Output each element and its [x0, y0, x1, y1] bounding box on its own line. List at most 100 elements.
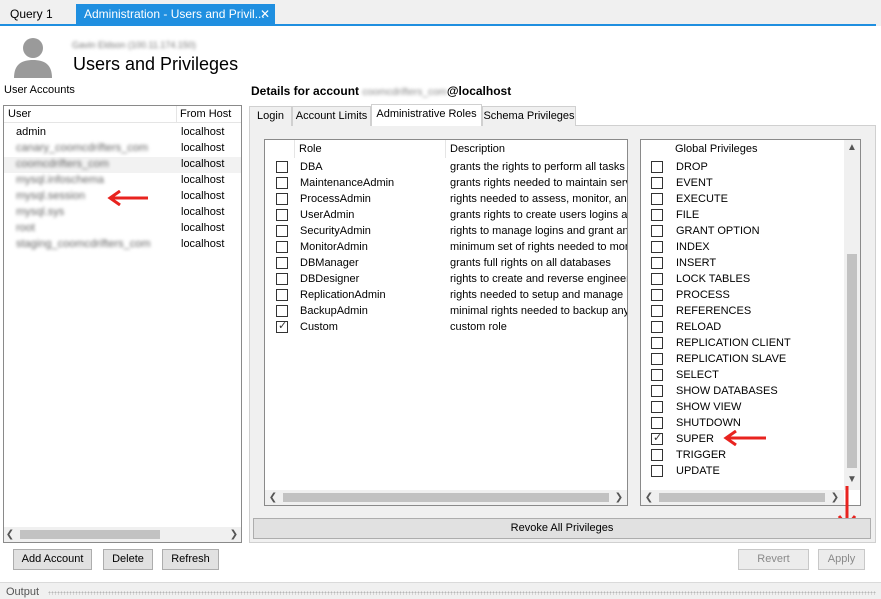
tab-login[interactable]: Login	[249, 106, 292, 126]
privilege-checkbox[interactable]	[651, 161, 663, 173]
role-checkbox[interactable]	[276, 289, 288, 301]
role-checkbox[interactable]	[276, 161, 288, 173]
role-checkbox[interactable]	[276, 241, 288, 253]
role-name: DBManager	[300, 257, 359, 269]
user-account-row[interactable]: mysql.infoschema localhost	[4, 173, 241, 189]
privilege-name: SHOW VIEW	[676, 401, 742, 413]
privilege-row: SELECT	[641, 368, 841, 384]
revoke-all-privileges-button[interactable]: Revoke All Privileges	[253, 518, 871, 539]
global-privileges-list[interactable]: Global Privileges DROP EVENT EXECUTE FILE GR…	[640, 139, 861, 506]
privilege-row: RELOAD	[641, 320, 841, 336]
scroll-left-icon[interactable]: ❮	[267, 490, 279, 505]
role-row: ProcessAdmin rights needed to assess, mon…	[265, 192, 627, 208]
splitter-grip[interactable]	[48, 591, 876, 595]
privilege-name: INSERT	[676, 257, 717, 269]
privilege-checkbox[interactable]	[651, 305, 663, 317]
privilege-checkbox[interactable]	[651, 337, 663, 349]
privilege-name: GRANT OPTION	[676, 225, 760, 237]
role-description: custom role	[450, 321, 507, 333]
privilege-row: LOCK TABLES	[641, 272, 841, 288]
add-account-button[interactable]: Add Account	[13, 549, 92, 570]
privilege-row: DROP	[641, 160, 841, 176]
privilege-checkbox[interactable]	[651, 401, 663, 413]
privilege-checkbox[interactable]	[651, 273, 663, 285]
details-prefix: Details for account	[251, 84, 360, 98]
privilege-checkbox[interactable]	[651, 385, 663, 397]
privileges-vscrollbar[interactable]: ▲ ▼	[844, 140, 860, 490]
privilege-checkbox[interactable]	[651, 257, 663, 269]
scroll-right-icon[interactable]: ❯	[228, 527, 240, 542]
role-checkbox[interactable]	[276, 209, 288, 221]
privilege-checkbox[interactable]	[651, 465, 663, 477]
roles-hscrollbar[interactable]: ❮ ❯	[265, 490, 627, 505]
scroll-left-icon[interactable]: ❮	[643, 490, 655, 505]
privilege-checkbox[interactable]: ✓	[651, 432, 663, 445]
privilege-row: UPDATE	[641, 464, 841, 480]
tab-account-limits[interactable]: Account Limits	[292, 106, 371, 126]
privilege-checkbox[interactable]	[651, 209, 663, 221]
column-header-user[interactable]: User	[8, 108, 31, 120]
refresh-button[interactable]: Refresh	[162, 549, 219, 570]
roles-list[interactable]: Role Description DBA grants the rights to…	[264, 139, 628, 506]
privilege-checkbox[interactable]	[651, 177, 663, 189]
privilege-checkbox[interactable]	[651, 417, 663, 429]
column-header-description[interactable]: Description	[450, 143, 505, 155]
user-account-row[interactable]: staging_coomcdrifters_com localhost	[4, 237, 241, 253]
user-account-row[interactable]: canary_coomcdrifters_com localhost	[4, 141, 241, 157]
roles-header: Role Description	[265, 140, 627, 158]
role-checkbox[interactable]	[276, 257, 288, 269]
apply-button[interactable]: Apply	[818, 549, 865, 570]
scroll-right-icon[interactable]: ❯	[613, 490, 625, 505]
role-checkbox[interactable]	[276, 273, 288, 285]
user-accounts-hscrollbar[interactable]: ❮ ❯	[4, 527, 241, 542]
user-account-row[interactable]: root localhost	[4, 221, 241, 237]
delete-button[interactable]: Delete	[103, 549, 153, 570]
document-tab-bar: Query 1 Administration - Users and Privi…	[0, 0, 881, 26]
tab-schema-privileges[interactable]: Schema Privileges	[482, 106, 576, 126]
tab-administrative-roles[interactable]: Administrative Roles	[371, 104, 482, 126]
privilege-checkbox[interactable]	[651, 193, 663, 205]
user-host: localhost	[181, 190, 225, 202]
column-header-from-host[interactable]: From Host	[180, 108, 231, 120]
user-name: canary_coomcdrifters_com	[16, 142, 149, 154]
privilege-checkbox[interactable]	[651, 225, 663, 237]
privilege-checkbox[interactable]	[651, 353, 663, 365]
privilege-checkbox[interactable]	[651, 321, 663, 333]
privilege-name: REPLICATION CLIENT	[676, 337, 791, 349]
privileges-hscrollbar[interactable]: ❮ ❯	[641, 490, 844, 505]
privilege-checkbox[interactable]	[651, 241, 663, 253]
role-checkbox[interactable]	[276, 177, 288, 189]
user-account-row[interactable]: mysql.sys localhost	[4, 205, 241, 221]
revert-button[interactable]: Revert	[738, 549, 809, 570]
role-checkbox[interactable]	[276, 225, 288, 237]
privilege-row: EXECUTE	[641, 192, 841, 208]
privilege-checkbox[interactable]	[651, 449, 663, 461]
scroll-left-icon[interactable]: ❮	[4, 527, 16, 542]
role-name: MonitorAdmin	[300, 241, 368, 253]
role-name: UserAdmin	[300, 209, 355, 221]
privilege-row: REFERENCES	[641, 304, 841, 320]
user-name: coomcdrifters_com	[16, 158, 109, 170]
role-checkbox[interactable]	[276, 305, 288, 317]
red-arrow-annotation-icon	[723, 430, 766, 446]
role-checkbox[interactable]: ✓	[276, 320, 288, 333]
privilege-checkbox[interactable]	[651, 369, 663, 381]
role-description: rights to manage logins and grant and	[450, 225, 628, 237]
privilege-row: EVENT	[641, 176, 841, 192]
user-account-row[interactable]: admin localhost	[4, 125, 241, 141]
scroll-up-icon[interactable]: ▲	[844, 142, 860, 153]
user-accounts-list[interactable]: User From Host admin localhost canary_coom…	[3, 105, 242, 543]
role-name: ProcessAdmin	[300, 193, 371, 205]
role-name: DBA	[300, 161, 323, 173]
user-account-row[interactable]: coomcdrifters_com localhost	[4, 157, 241, 173]
role-name: SecurityAdmin	[300, 225, 371, 237]
privilege-checkbox[interactable]	[651, 289, 663, 301]
privilege-row: SHOW DATABASES	[641, 384, 841, 400]
role-checkbox[interactable]	[276, 193, 288, 205]
close-tab-icon[interactable]: ✕	[260, 4, 270, 24]
column-header-role[interactable]: Role	[299, 143, 322, 155]
scroll-down-icon[interactable]: ▼	[844, 474, 860, 485]
tab-query-1[interactable]: Query 1	[2, 4, 74, 24]
global-privileges-header[interactable]: Global Privileges	[675, 143, 758, 155]
tab-administration-users[interactable]: Administration - Users and Privil... ✕	[76, 4, 275, 24]
